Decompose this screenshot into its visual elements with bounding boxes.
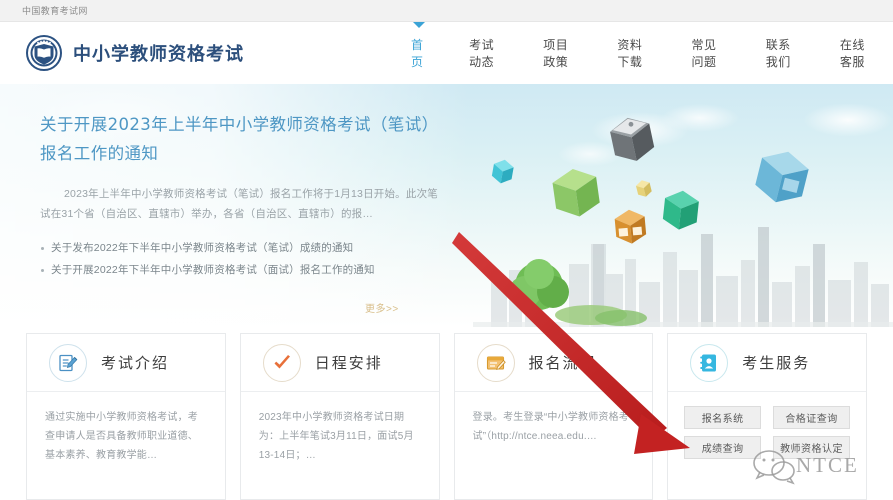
card-header: 考试介绍 (27, 334, 225, 392)
card-description: 通过实施中小学教师资格考试，考查申请人是否具备教师职业道德、基本素养、教育教学能… (45, 412, 198, 461)
hero-banner: 关于开展2023年上半年中小学教师资格考试（笔试）报名工作的通知 2023年上半… (0, 84, 893, 327)
nav-item-downloads[interactable]: 资料下载 (596, 22, 670, 84)
book-shield-emblem-icon (26, 35, 62, 71)
card-body: 登录。考生登录“中小学教师资格考试”（http://ntce.neea.edu.… (455, 392, 653, 446)
nav-item-home[interactable]: 首页 (390, 22, 448, 84)
site-header: 中小学教师资格考试 首页 考试动态 项目政策 资料下载 常见问题 联系我们 在线… (0, 22, 893, 84)
brand-title: 中小学教师资格考试 (73, 44, 244, 65)
banner-link-item[interactable]: 关于发布2022年下半年中小学教师资格考试（笔试）成绩的通知 (40, 237, 440, 259)
card-description: 登录。考生登录“中小学教师资格考试”（http://ntce.neea.edu.… (472, 412, 630, 442)
top-utility-bar: 中国教育考试网 (0, 0, 893, 22)
nav-item-contact[interactable]: 联系我们 (745, 22, 819, 84)
card-title: 日程安排 (314, 354, 383, 372)
checkmark-icon (262, 343, 301, 382)
form-pen-icon (476, 343, 515, 382)
card-description: 2023年中小学教师资格考试日期为：上半年笔试3月11日，面试5月13-14日；… (258, 412, 414, 461)
nav-item-faq[interactable]: 常见问题 (671, 22, 745, 84)
card-body: 通过实施中小学教师资格考试，考查申请人是否具备教师职业道德、基本素养、教育教学能… (27, 392, 225, 465)
banner-link-list: 关于发布2022年下半年中小学教师资格考试（笔试）成绩的通知 关于开展2022年… (40, 237, 440, 281)
nav-item-online-service[interactable]: 在线客服 (819, 22, 893, 84)
card-exam-intro[interactable]: 考试介绍 通过实施中小学教师资格考试，考查申请人是否具备教师职业道德、基本素养、… (26, 333, 226, 500)
card-header: 考生服务 (668, 334, 866, 392)
nav-item-exam-news[interactable]: 考试动态 (448, 22, 522, 84)
document-pencil-icon (49, 343, 87, 382)
brand-logo[interactable]: 中小学教师资格考试 (26, 35, 244, 71)
card-registration-process[interactable]: 报名流程 登录。考生登录“中小学教师资格考试”（http://ntce.neea… (453, 333, 654, 500)
banner-summary: 2023年上半年中小学教师资格考试（笔试）报名工作将于1月13日开始。此次笔试在… (40, 188, 438, 220)
button-teacher-qualification[interactable]: 教师资格认定 (773, 436, 850, 459)
card-title: 考试介绍 (101, 354, 170, 372)
site-name-label: 中国教育考试网 (22, 6, 88, 16)
banner-content: 关于开展2023年上半年中小学教师资格考试（笔试）报名工作的通知 2023年上半… (40, 110, 440, 281)
button-registration-system[interactable]: 报名系统 (684, 406, 762, 429)
card-title: 报名流程 (528, 354, 597, 372)
card-header: 日程安排 (240, 334, 439, 392)
button-certificate-query[interactable]: 合格证查询 (773, 406, 850, 429)
card-title: 考生服务 (742, 354, 811, 372)
id-card-icon (690, 343, 729, 382)
card-candidate-services[interactable]: 考生服务 报名系统 合格证查询 成绩查询 教师资格认定 (667, 333, 867, 500)
feature-card-row: 考试介绍 通过实施中小学教师资格考试，考查申请人是否具备教师职业道德、基本素养、… (0, 333, 893, 500)
banner-artwork (473, 84, 893, 327)
card-schedule[interactable]: 日程安排 2023年中小学教师资格考试日期为：上半年笔试3月11日，面试5月13… (239, 333, 440, 500)
banner-link-item[interactable]: 关于开展2022年下半年中小学教师资格考试（面试）报名工作的通知 (40, 259, 440, 281)
button-score-query[interactable]: 成绩查询 (684, 436, 762, 459)
card-body: 2023年中小学教师资格考试日期为：上半年笔试3月11日，面试5月13-14日；… (241, 392, 439, 465)
card-header: 报名流程 (454, 334, 653, 392)
nav-item-policy[interactable]: 项目政策 (522, 22, 596, 84)
banner-more-link[interactable]: 更多>> (365, 300, 399, 315)
main-navigation: 首页 考试动态 项目政策 资料下载 常见问题 联系我们 在线客服 (390, 22, 893, 84)
service-button-grid: 报名系统 合格证查询 成绩查询 教师资格认定 (668, 392, 866, 459)
banner-headline[interactable]: 关于开展2023年上半年中小学教师资格考试（笔试）报名工作的通知 (40, 110, 440, 168)
